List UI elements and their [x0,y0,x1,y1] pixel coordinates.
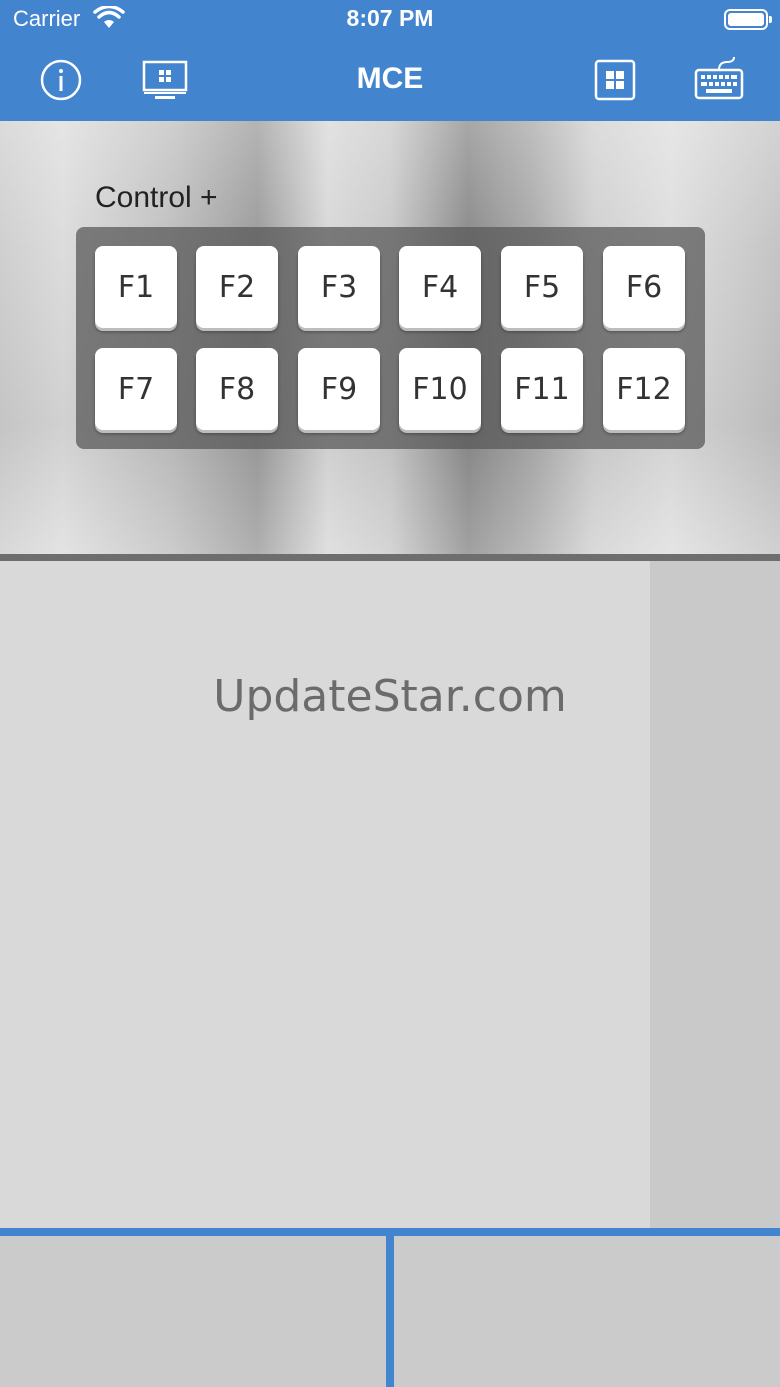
right-click-button[interactable] [394,1236,780,1387]
f8-key[interactable]: F8 [196,348,278,430]
watermark-text: UpdateStar.com [213,671,567,722]
panel-divider [0,554,780,561]
keyboard-button[interactable] [694,56,744,100]
f3-key[interactable]: F3 [298,246,380,328]
f2-key[interactable]: F2 [196,246,278,328]
f11-key[interactable]: F11 [501,348,583,430]
clock: 8:07 PM [346,5,434,31]
navigation-bar: MCE [0,40,780,121]
scroll-strip[interactable] [650,561,780,1228]
f10-key[interactable]: F10 [399,348,481,430]
keyboard-icon [694,56,744,100]
left-click-button[interactable] [0,1236,386,1387]
f12-key[interactable]: F12 [603,348,685,430]
f9-key[interactable]: F9 [298,348,380,430]
page-title: MCE [356,62,424,95]
f6-key[interactable]: F6 [603,246,685,328]
mouse-buttons-border [0,1228,780,1236]
function-key-panel: Control + F1 F2 F3 F4 F5 F6 F7 F8 F9 F10… [0,121,780,554]
windows-grid-icon [594,59,636,101]
status-bar: Carrier 8:07 PM [0,0,780,40]
f4-key[interactable]: F4 [399,246,481,328]
f5-key[interactable]: F5 [501,246,583,328]
modifier-label: Control + [95,181,218,214]
mouse-button-separator [386,1236,394,1387]
function-keypad: F1 F2 F3 F4 F5 F6 F7 F8 F9 F10 F11 F12 [76,227,705,449]
trackpad-area[interactable] [0,561,650,1228]
battery-icon [724,9,772,30]
f1-key[interactable]: F1 [95,246,177,328]
f7-key[interactable]: F7 [95,348,177,430]
windows-start-button[interactable] [594,59,636,101]
